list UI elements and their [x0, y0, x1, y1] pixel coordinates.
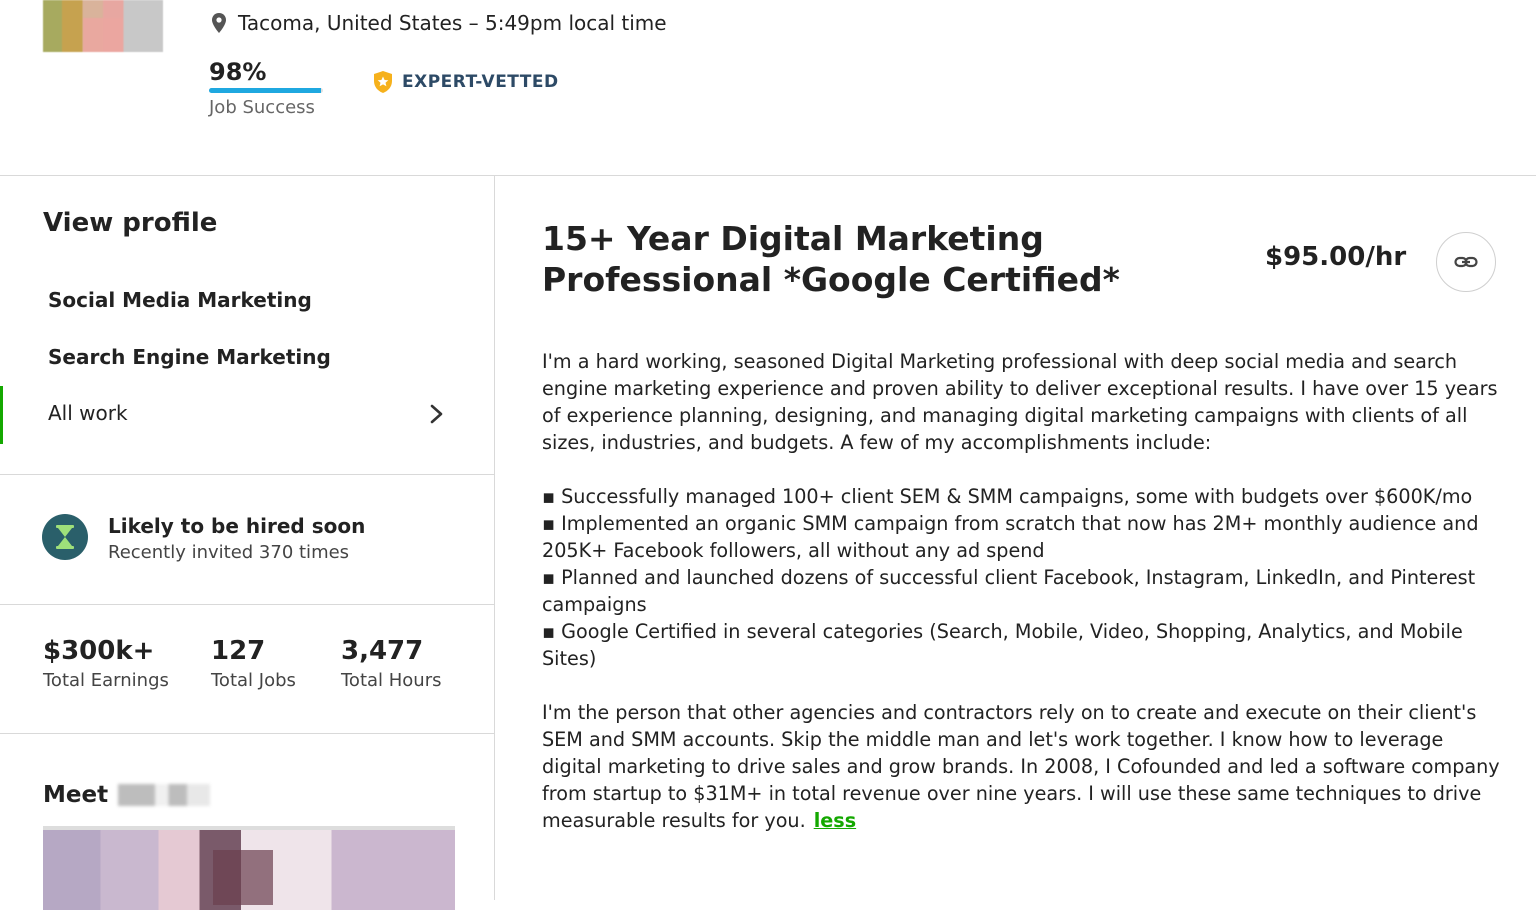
list-item: ▪ Planned and launched dozens of success… — [542, 566, 1476, 616]
meet-label: Meet — [43, 782, 109, 808]
location-text: Tacoma, United States – 5:49pm local tim… — [238, 11, 667, 35]
active-indicator — [0, 386, 3, 444]
blurred-name — [118, 784, 211, 806]
view-profile-heading: View profile — [43, 208, 218, 238]
sidebar-item-search-engine-marketing[interactable]: Search Engine Marketing — [48, 345, 331, 369]
stat-value: 3,477 — [341, 636, 424, 666]
sidebar-item-social-media-marketing[interactable]: Social Media Marketing — [48, 288, 312, 312]
accomplishments-list: ▪ Successfully managed 100+ client SEM &… — [542, 483, 1502, 672]
list-item: ▪ Google Certified in several categories… — [542, 620, 1463, 670]
list-item: ▪ Successfully managed 100+ client SEM &… — [542, 485, 1473, 508]
job-success-value: 98% — [209, 58, 267, 86]
likely-hired-subtitle: Recently invited 370 times — [108, 542, 350, 563]
link-icon — [1454, 256, 1478, 268]
avatar — [43, 0, 163, 52]
likely-hired-title: Likely to be hired soon — [108, 514, 366, 538]
stat-label: Total Jobs — [211, 670, 296, 691]
expert-vetted-label: EXPERT-VETTED — [402, 72, 559, 92]
divider — [0, 604, 494, 605]
profile-main: 15+ Year Digital Marketing Professional … — [495, 176, 1536, 900]
description-closing: I'm the person that other agencies and c… — [542, 699, 1502, 834]
copy-link-button[interactable] — [1436, 232, 1496, 292]
job-success-label: Job Success — [209, 97, 315, 118]
divider — [0, 733, 494, 734]
divider — [0, 474, 494, 475]
profile-header: Tacoma, United States – 5:49pm local tim… — [0, 0, 1536, 176]
stat-total-hours: 3,477 Total Hours — [341, 636, 442, 691]
stat-label: Total Hours — [341, 670, 442, 691]
stat-value: 127 — [211, 636, 266, 666]
sidebar-item-all-work[interactable]: All work — [48, 401, 128, 425]
profile-sidebar: View profile Social Media Marketing Sear… — [0, 176, 495, 910]
job-success-bar — [209, 88, 323, 93]
stat-value: $300k+ — [43, 636, 155, 666]
less-link[interactable]: less — [814, 809, 856, 832]
stat-total-earnings: $300k+ Total Earnings — [43, 636, 169, 691]
intro-video-thumbnail[interactable] — [43, 826, 455, 910]
job-success-bar-fill — [209, 88, 321, 93]
profile-description: I'm a hard working, seasoned Digital Mar… — [542, 348, 1502, 861]
stat-label: Total Earnings — [43, 670, 169, 691]
profile-title: 15+ Year Digital Marketing Professional … — [542, 219, 1120, 299]
location-pin-icon — [212, 13, 226, 33]
meet-heading: Meet — [43, 782, 211, 808]
stat-total-jobs: 127 Total Jobs — [211, 636, 296, 691]
expert-vetted-shield-icon — [374, 71, 392, 93]
chevron-right-icon[interactable] — [426, 402, 446, 426]
description-intro: I'm a hard working, seasoned Digital Mar… — [542, 350, 1498, 454]
location-line: Tacoma, United States – 5:49pm local tim… — [210, 8, 667, 38]
description-closing-text: I'm the person that other agencies and c… — [542, 701, 1500, 832]
expert-vetted-badge: EXPERT-VETTED — [372, 70, 559, 94]
hourglass-icon — [42, 514, 88, 560]
job-success-score: 98% Job Success — [209, 58, 329, 118]
hourly-rate: $95.00/hr — [1265, 242, 1407, 272]
list-item: ▪ Implemented an organic SMM campaign fr… — [542, 512, 1479, 562]
